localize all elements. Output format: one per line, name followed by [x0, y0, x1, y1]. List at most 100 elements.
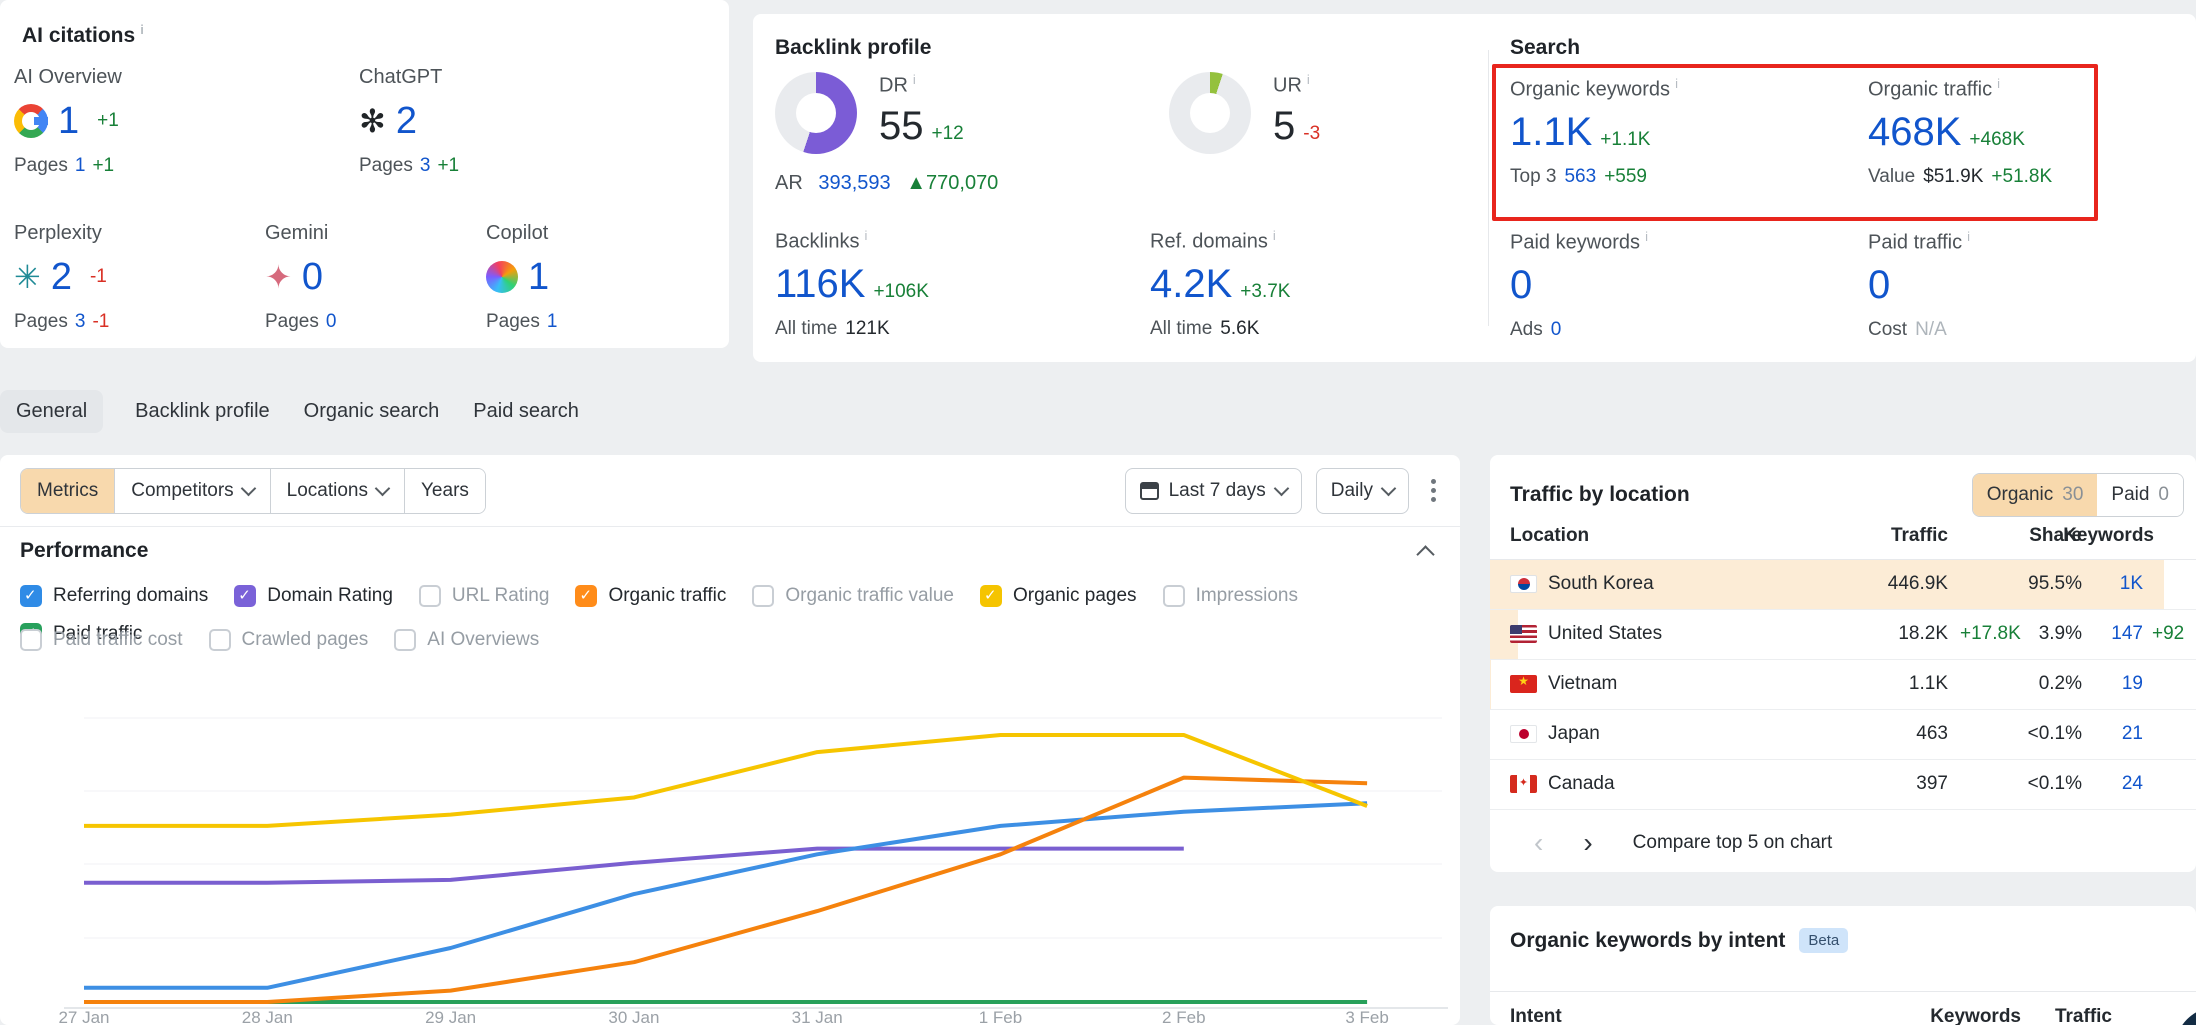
traffic-by-location-title: Traffic by location — [1510, 483, 1690, 507]
ref-domains-value[interactable]: 4.2K+3.7K — [1150, 264, 1290, 304]
section-divider — [1488, 50, 1489, 326]
checkbox-icon — [209, 629, 231, 651]
backlinks-value[interactable]: 116K+106K — [775, 264, 929, 304]
beta-badge: Beta — [1799, 928, 1848, 953]
ahrefs-rank-delta: ▲770,070 — [906, 172, 998, 194]
site-overview-dashboard: AI citations AI Overview1+1Pages1+1ChatG… — [0, 0, 2196, 1025]
citation-count[interactable]: 0 — [302, 256, 323, 299]
metric-checkbox-url-rating[interactable]: URL Rating — [419, 585, 550, 607]
ai-citations-row-1: AI Overview1+1Pages1+1ChatGPT✻2Pages3+1 — [14, 66, 719, 177]
location-row-united-states[interactable]: United States18.2K+17.8K3.9%147+92 — [1490, 610, 2196, 660]
citation-count[interactable]: 2 — [51, 256, 72, 299]
metric-checkbox-organic-traffic[interactable]: Organic traffic — [575, 585, 726, 607]
date-range-button[interactable]: Last 7 days — [1125, 468, 1302, 514]
keywords-by-intent-card: Organic keywords by intent Beta Intent K… — [1490, 906, 2196, 1025]
intent-title: Organic keywords by intent — [1510, 929, 1785, 953]
dr-label: DR — [879, 72, 964, 98]
filter-years-button[interactable]: Years — [404, 469, 485, 513]
calendar-icon — [1140, 482, 1159, 500]
ur-label: UR — [1273, 72, 1320, 98]
toggle-paid[interactable]: Paid0 — [2097, 474, 2183, 516]
x-axis-label: 27 Jan — [58, 1008, 109, 1025]
chevron-right-icon[interactable]: › — [1583, 829, 1592, 857]
chevron-down-icon — [1273, 481, 1289, 497]
chart-line-domain-rating — [84, 849, 1184, 883]
intent-table-header: Intent Keywords Traffic — [1490, 991, 2196, 992]
pages-count[interactable]: 3 — [420, 155, 431, 176]
tab-organic-search[interactable]: Organic search — [302, 390, 442, 433]
pages-count[interactable]: 0 — [326, 311, 337, 332]
metric-checkbox-referring-domains[interactable]: Referring domains — [20, 585, 208, 607]
citation-count[interactable]: 1 — [58, 100, 79, 143]
backlink-profile-title: Backlink profile — [775, 36, 931, 60]
pages-count[interactable]: 3 — [75, 311, 86, 332]
ai-citation-perplexity: Perplexity✳2-1Pages3-1 — [14, 222, 265, 333]
metric-checkbox-impressions[interactable]: Impressions — [1163, 585, 1298, 607]
keywords-link[interactable]: 1K — [2120, 573, 2143, 595]
share-bar — [1490, 660, 1491, 709]
paid-keywords-stat: Paid keywords 0 Ads0 — [1510, 229, 1648, 341]
checkbox-icon — [980, 585, 1002, 607]
ai-citations-card: AI citations AI Overview1+1Pages1+1ChatG… — [0, 0, 729, 348]
checkbox-icon — [394, 629, 416, 651]
view-segmented-control: MetricsCompetitorsLocationsYears — [20, 468, 486, 514]
location-row-japan[interactable]: Japan463<0.1%21 — [1490, 710, 2196, 760]
google-icon — [14, 104, 48, 138]
keywords-link[interactable]: 24 — [2122, 773, 2143, 795]
performance-title: Performance — [20, 539, 148, 563]
tab-general[interactable]: General — [0, 390, 103, 433]
metric-checkbox-crawled-pages[interactable]: Crawled pages — [209, 629, 369, 651]
filter-locations-button[interactable]: Locations — [270, 469, 404, 513]
ref-domains-stat: Ref. domains 4.2K+3.7K All time5.6K — [1150, 228, 1290, 340]
location-row-vietnam[interactable]: ★Vietnam1.1K0.2%19 — [1490, 660, 2196, 710]
organic-keywords-value[interactable]: 1.1K+1.1K — [1510, 112, 1678, 152]
citation-count[interactable]: 2 — [396, 100, 417, 143]
compare-top5-link[interactable]: Compare top 5 on chart — [1633, 832, 1833, 854]
granularity-button[interactable]: Daily — [1316, 468, 1409, 514]
keywords-link[interactable]: 147 — [2111, 623, 2143, 645]
filter-competitors-button[interactable]: Competitors — [114, 469, 269, 513]
paid-keywords-value[interactable]: 0 — [1510, 265, 1648, 305]
toggle-organic[interactable]: Organic30 — [1973, 474, 2098, 516]
x-axis-label: 28 Jan — [242, 1008, 293, 1025]
location-row-south-korea[interactable]: South Korea446.9K95.5%1K — [1490, 560, 2196, 610]
x-axis-label: 31 Jan — [792, 1008, 843, 1025]
x-axis-label: 2 Feb — [1162, 1008, 1205, 1025]
filter-metrics-button[interactable]: Metrics — [21, 469, 114, 513]
metric-checkbox-paid-traffic-cost[interactable]: Paid traffic cost — [20, 629, 183, 651]
chevron-left-icon[interactable]: ‹ — [1534, 829, 1543, 857]
more-options-button[interactable] — [1423, 471, 1444, 510]
performance-chart[interactable]: 27 Jan28 Jan29 Jan30 Jan31 Jan1 Feb2 Feb… — [0, 670, 1460, 1025]
ai-citation-ai-overview: AI Overview1+1Pages1+1 — [14, 66, 359, 177]
metric-checkbox-organic-traffic-value[interactable]: Organic traffic value — [752, 585, 954, 607]
pages-count[interactable]: 1 — [547, 311, 558, 332]
tab-paid-search[interactable]: Paid search — [471, 390, 581, 433]
location-row-canada[interactable]: ✦Canada397<0.1%24 — [1490, 760, 2196, 810]
south-korea-flag-icon — [1510, 575, 1537, 593]
ahrefs-rank-value[interactable]: 393,593 — [818, 172, 890, 194]
checkbox-icon — [419, 585, 441, 607]
pages-count[interactable]: 1 — [75, 155, 86, 176]
canada-flag-icon: ✦ — [1510, 775, 1537, 793]
tab-backlink-profile[interactable]: Backlink profile — [133, 390, 272, 433]
ai-citation-copilot: Copilot1Pages1 — [486, 222, 557, 333]
x-axis-label: 29 Jan — [425, 1008, 476, 1025]
checkbox-icon — [20, 629, 42, 651]
chevron-down-icon — [375, 481, 391, 497]
x-axis-label: 1 Feb — [979, 1008, 1022, 1025]
metric-checkbox-ai-overviews[interactable]: AI Overviews — [394, 629, 539, 651]
united-states-flag-icon — [1510, 625, 1537, 643]
paid-traffic-value[interactable]: 0 — [1868, 265, 1970, 305]
location-table-header: Location Traffic Share Keywords — [1490, 525, 2196, 560]
metric-checkbox-domain-rating[interactable]: Domain Rating — [234, 585, 393, 607]
organic-traffic-value[interactable]: 468K+468K — [1868, 112, 2052, 152]
keywords-link[interactable]: 21 — [2122, 723, 2143, 745]
keywords-link[interactable]: 19 — [2122, 673, 2143, 695]
japan-flag-icon — [1510, 725, 1537, 743]
metric-checkbox-organic-pages[interactable]: Organic pages — [980, 585, 1137, 607]
domain-rating-block: DR 55+12 — [775, 72, 964, 154]
collapse-icon[interactable] — [1416, 545, 1434, 563]
dr-value: 55+12 — [879, 106, 964, 146]
gemini-icon: ✦ — [265, 261, 292, 293]
citation-count[interactable]: 1 — [528, 256, 549, 299]
